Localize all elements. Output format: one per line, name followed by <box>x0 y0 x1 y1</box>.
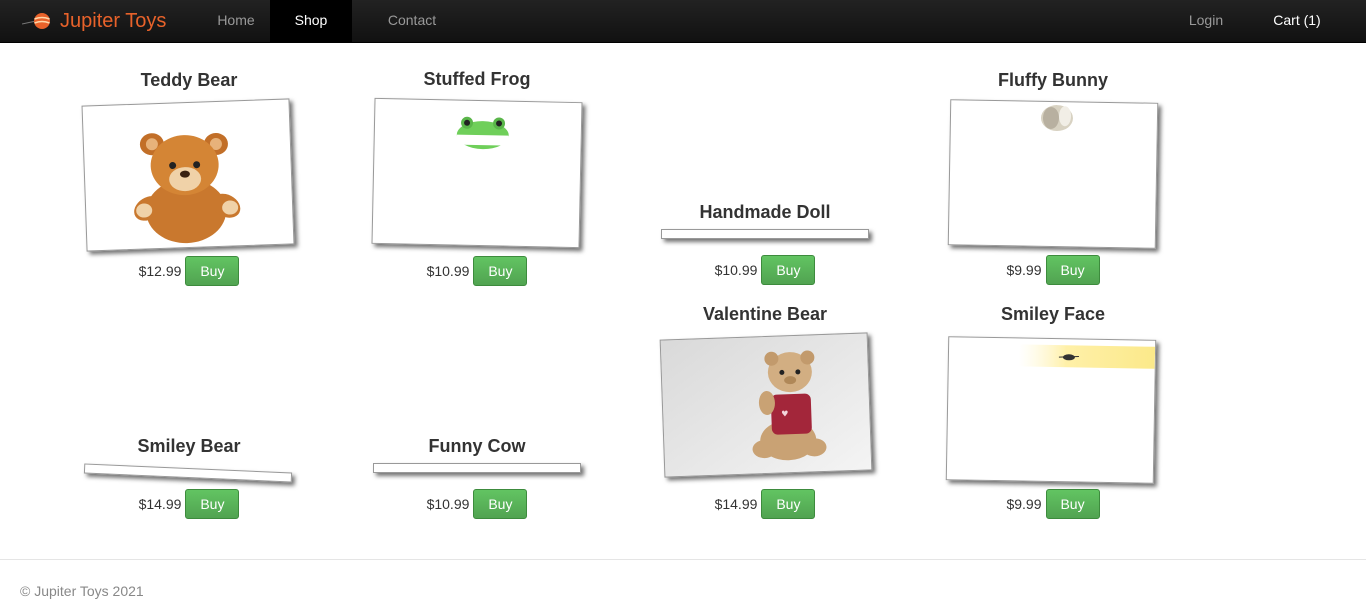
nav-contact[interactable]: Contact <box>372 0 452 42</box>
product-title: Valentine Bear <box>702 304 828 324</box>
product-title: Teddy Bear <box>140 70 238 90</box>
price-row: $10.99 Buy <box>370 256 584 286</box>
product-image <box>947 99 1159 249</box>
product-title: Stuffed Frog <box>423 69 531 89</box>
buy-button[interactable]: Buy <box>473 256 528 286</box>
product-price: $14.99 <box>714 496 758 512</box>
product-price: $10.99 <box>426 496 470 512</box>
product-price: $10.99 <box>426 263 470 279</box>
product-price: $14.99 <box>138 496 182 512</box>
price-row: $14.99 Buy <box>82 489 296 519</box>
brand-name: Jupiter Toys <box>60 10 167 32</box>
footer-copyright: © Jupiter Toys 2021 <box>20 583 144 599</box>
buy-button[interactable]: Buy <box>1045 489 1100 519</box>
price-row: $10.99 Buy <box>370 489 584 519</box>
navbar: Jupiter Toys Home Shop Contact Login Car… <box>0 0 1366 43</box>
stuffed-frog-image-icon <box>456 116 509 150</box>
nav-cart[interactable]: Cart (1) <box>1256 0 1338 42</box>
svg-text:♥: ♥ <box>781 409 788 418</box>
footer-divider <box>0 559 1366 560</box>
product-image <box>81 98 295 252</box>
smiley-face-image-icon <box>1018 344 1156 369</box>
teddy-bear-image-icon <box>134 133 241 244</box>
fluffy-bunny-image-icon <box>1040 105 1073 132</box>
nav-shop[interactable]: Shop <box>270 0 352 42</box>
product-title: Fluffy Bunny <box>998 70 1108 90</box>
product-image <box>945 336 1157 484</box>
product-price: $10.99 <box>714 262 758 278</box>
price-row: $12.99 Buy <box>82 256 296 286</box>
price-row: $9.99 Buy <box>946 255 1160 285</box>
product-title: Smiley Face <box>1000 304 1106 324</box>
valentine-bear-image-icon: ♥ <box>660 333 872 477</box>
product-image <box>373 463 581 473</box>
product-price: $12.99 <box>138 263 182 279</box>
buy-button[interactable]: Buy <box>1045 255 1100 285</box>
product-price: $9.99 <box>1006 496 1042 512</box>
product-price: $9.99 <box>1006 262 1042 278</box>
nav-home[interactable]: Home <box>200 0 272 42</box>
product-image: ♥ <box>659 332 873 478</box>
brand-link[interactable]: Jupiter Toys <box>22 8 166 34</box>
nav-login[interactable]: Login <box>1172 0 1240 42</box>
price-row: $14.99 Buy <box>658 489 872 519</box>
product-image <box>371 97 583 249</box>
jupiter-logo-icon <box>22 13 50 29</box>
product-image <box>661 229 869 239</box>
product-image <box>83 463 293 483</box>
buy-button[interactable]: Buy <box>473 489 528 519</box>
buy-button[interactable]: Buy <box>761 255 816 285</box>
product-title: Funny Cow <box>428 436 526 456</box>
product-title: Handmade Doll <box>699 202 831 222</box>
buy-button[interactable]: Buy <box>185 256 240 286</box>
product-title: Smiley Bear <box>137 436 241 456</box>
buy-button[interactable]: Buy <box>761 489 816 519</box>
price-row: $10.99 Buy <box>658 255 872 285</box>
buy-button[interactable]: Buy <box>185 489 240 519</box>
price-row: $9.99 Buy <box>946 489 1160 519</box>
